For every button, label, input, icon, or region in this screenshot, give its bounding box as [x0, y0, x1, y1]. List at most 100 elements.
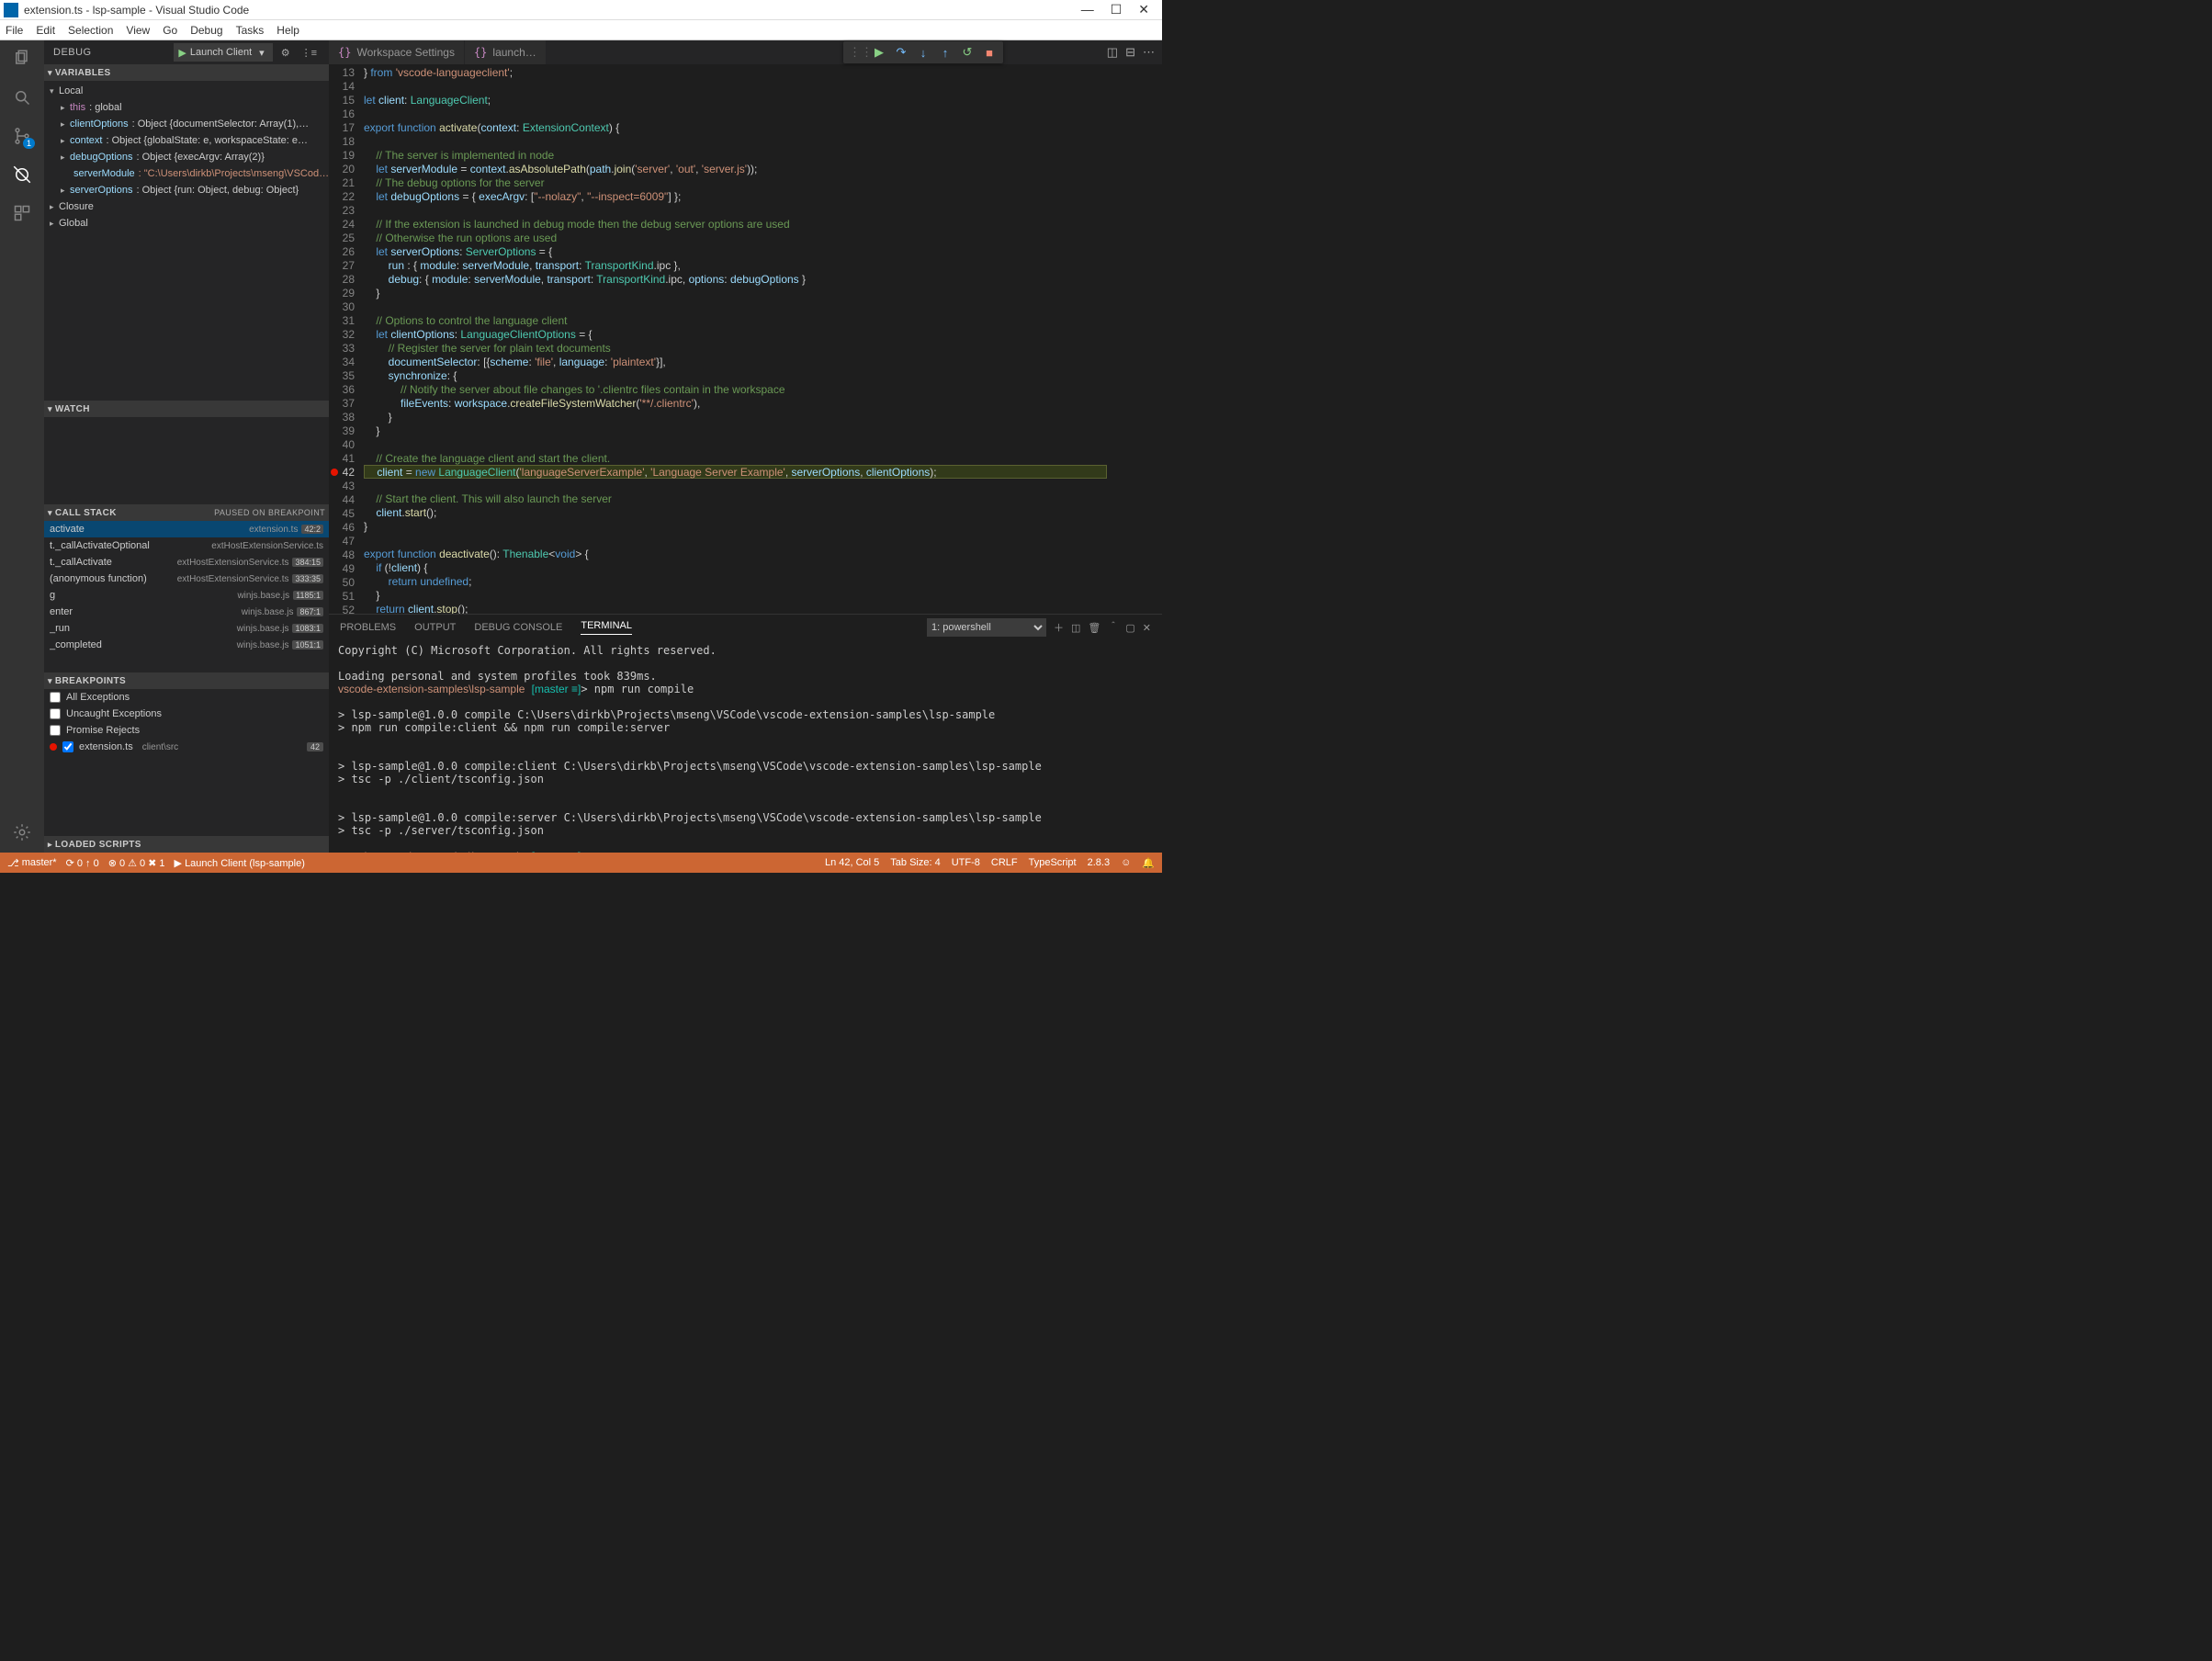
status-feedback-icon[interactable]: ☺ [1121, 857, 1131, 868]
callstack-row[interactable]: enterwinjs.base.js867:1 [44, 604, 329, 620]
menu-tasks[interactable]: Tasks [236, 24, 265, 37]
menubar: File Edit Selection View Go Debug Tasks … [0, 20, 1162, 40]
new-terminal-icon[interactable]: ＋ [1054, 620, 1064, 635]
minimize-icon[interactable]: — [1081, 2, 1094, 17]
code-editor[interactable]: 1314151617181920212223242526272829303132… [329, 64, 1162, 614]
status-problems[interactable]: ⊗ 0 ⚠ 0 ✖ 1 [108, 857, 165, 869]
step-over-icon[interactable]: ↷ [893, 45, 909, 60]
callstack-row[interactable]: _runwinjs.base.js1083:1 [44, 620, 329, 637]
breakpoint-dot-icon [50, 743, 57, 751]
more-actions-icon[interactable]: ⋯ [1143, 45, 1155, 60]
tab-debug-console[interactable]: DEBUG CONSOLE [474, 622, 562, 633]
gear-icon[interactable]: ⚙ [278, 47, 293, 59]
source-control-icon[interactable]: 1 [11, 125, 33, 147]
variable-row[interactable]: ▸serverOptions: Object {run: Object, deb… [44, 182, 329, 198]
terminal-content[interactable]: Copyright (C) Microsoft Corporation. All… [329, 640, 1162, 853]
variables-header[interactable]: ▾VARIABLES [44, 64, 329, 81]
scope-global[interactable]: ▸Global [44, 215, 329, 232]
start-debug-button[interactable]: ▶ Launch Client ▾ [174, 43, 272, 62]
variable-row[interactable]: ▸context: Object {globalState: e, worksp… [44, 132, 329, 149]
minimap[interactable] [1107, 64, 1162, 614]
menu-help[interactable]: Help [276, 24, 299, 37]
bp-file-row[interactable]: extension.tsclient\src42 [44, 739, 329, 755]
tab-problems[interactable]: PROBLEMS [340, 622, 396, 633]
tab-launch[interactable]: {}launch… [465, 40, 547, 64]
explorer-icon[interactable] [11, 48, 33, 70]
panel: PROBLEMS OUTPUT DEBUG CONSOLE TERMINAL 1… [329, 614, 1162, 853]
maximize-panel-icon[interactable]: ▢ [1125, 622, 1134, 634]
status-language[interactable]: TypeScript [1029, 857, 1077, 868]
callstack-row[interactable]: _completedwinjs.base.js1051:1 [44, 637, 329, 653]
tab-terminal[interactable]: TERMINAL [581, 620, 632, 635]
window-title: extension.ts - lsp-sample - Visual Studi… [24, 4, 1081, 17]
kill-terminal-icon[interactable]: 🗑 [1088, 622, 1100, 634]
search-icon[interactable] [11, 86, 33, 108]
brace-icon: {} [338, 46, 351, 59]
close-panel-icon[interactable]: ✕ [1143, 622, 1151, 634]
status-launch[interactable]: ▶ Launch Client (lsp-sample) [175, 857, 305, 869]
breakpoints-header[interactable]: ▾BREAKPOINTS [44, 672, 329, 689]
maximize-icon[interactable]: ☐ [1111, 2, 1123, 17]
variable-row[interactable]: ▸this: global [44, 99, 329, 116]
editor-actions: ◫ ⊟ ⋯ [1107, 45, 1162, 60]
variable-row[interactable]: ▸clientOptions: Object {documentSelector… [44, 116, 329, 132]
callstack-row[interactable]: activateextension.ts42:2 [44, 521, 329, 537]
debug-toolbar[interactable]: ⋮⋮ ▶ ↷ ↓ ↑ ↺ ■ [843, 41, 1003, 63]
panel-tabs: PROBLEMS OUTPUT DEBUG CONSOLE TERMINAL 1… [329, 615, 1162, 640]
bp-all-exceptions[interactable]: All Exceptions [44, 689, 329, 706]
debug-icon[interactable] [11, 164, 33, 186]
status-ln-col[interactable]: Ln 42, Col 5 [825, 857, 879, 868]
variable-row[interactable]: ▸debugOptions: Object {execArgv: Array(2… [44, 149, 329, 165]
status-tabsize[interactable]: Tab Size: 4 [890, 857, 940, 868]
menu-debug[interactable]: Debug [190, 24, 222, 37]
status-branch[interactable]: ⎇ master* [7, 857, 57, 869]
debug-header: DEBUG ▶ Launch Client ▾ ⚙ ⋮≡ [44, 40, 329, 64]
callstack-row[interactable]: (anonymous function)extHostExtensionServ… [44, 571, 329, 587]
scope-closure[interactable]: ▸Closure [44, 198, 329, 215]
code-content[interactable]: } from 'vscode-languageclient';let clien… [364, 64, 1107, 614]
stop-icon[interactable]: ■ [981, 46, 998, 60]
callstack-row[interactable]: gwinjs.base.js1185:1 [44, 587, 329, 604]
editor-area: {}Workspace Settings {}launch… ◫ ⊟ ⋯ ⋮⋮ … [329, 40, 1162, 853]
close-icon[interactable]: ✕ [1138, 2, 1149, 17]
terminal-dropdown[interactable]: 1: powershell [927, 618, 1046, 637]
status-sync[interactable]: ⟳ 0 ↑ 0 [66, 857, 99, 869]
activity-bar: 1 [0, 40, 44, 853]
watch-header[interactable]: ▾WATCH [44, 401, 329, 417]
status-tslint[interactable]: 2.8.3 [1088, 857, 1110, 868]
continue-icon[interactable]: ▶ [871, 45, 887, 60]
callstack-row[interactable]: t._callActivateOptionalextHostExtensionS… [44, 537, 329, 554]
tab-output[interactable]: OUTPUT [414, 622, 456, 633]
restart-icon[interactable]: ↺ [959, 45, 976, 60]
statusbar: ⎇ master* ⟳ 0 ↑ 0 ⊗ 0 ⚠ 0 ✖ 1 ▶ Launch C… [0, 853, 1162, 873]
bp-uncaught[interactable]: Uncaught Exceptions [44, 706, 329, 722]
split-terminal-icon[interactable]: ◫ [1071, 622, 1080, 634]
status-eol[interactable]: CRLF [991, 857, 1018, 868]
split-editor-icon[interactable]: ◫ [1107, 45, 1118, 60]
callstack-header[interactable]: ▾CALL STACKPAUSED ON BREAKPOINT [44, 504, 329, 521]
scope-local[interactable]: ▾Local [44, 83, 329, 99]
scm-badge: 1 [23, 138, 35, 149]
menu-go[interactable]: Go [163, 24, 177, 37]
extensions-icon[interactable] [11, 202, 33, 224]
callstack-row[interactable]: t._callActivateextHostExtensionService.t… [44, 554, 329, 571]
status-encoding[interactable]: UTF-8 [952, 857, 980, 868]
settings-gear-icon[interactable] [11, 821, 33, 843]
more-icon[interactable]: ⋮≡ [299, 47, 320, 59]
split-horizontal-icon[interactable]: ⊟ [1125, 45, 1135, 60]
menu-edit[interactable]: Edit [36, 24, 55, 37]
chevron-down-icon[interactable]: ▾ [255, 47, 268, 59]
drag-handle-icon[interactable]: ⋮⋮ [849, 45, 865, 60]
step-into-icon[interactable]: ↓ [915, 46, 931, 60]
line-number-gutter: 1314151617181920212223242526272829303132… [329, 64, 364, 614]
panel-up-icon[interactable]: ＾ [1108, 620, 1118, 635]
tab-workspace-settings[interactable]: {}Workspace Settings [329, 40, 465, 64]
loaded-scripts-header[interactable]: ▸LOADED SCRIPTS [44, 836, 329, 853]
variable-row[interactable]: serverModule: "C:\Users\dirkb\Projects\m… [44, 165, 329, 182]
bp-promise-rejects[interactable]: Promise Rejects [44, 722, 329, 739]
menu-selection[interactable]: Selection [68, 24, 113, 37]
status-bell-icon[interactable]: 🔔 [1142, 857, 1155, 869]
menu-view[interactable]: View [126, 24, 150, 37]
menu-file[interactable]: File [6, 24, 23, 37]
step-out-icon[interactable]: ↑ [937, 46, 954, 60]
